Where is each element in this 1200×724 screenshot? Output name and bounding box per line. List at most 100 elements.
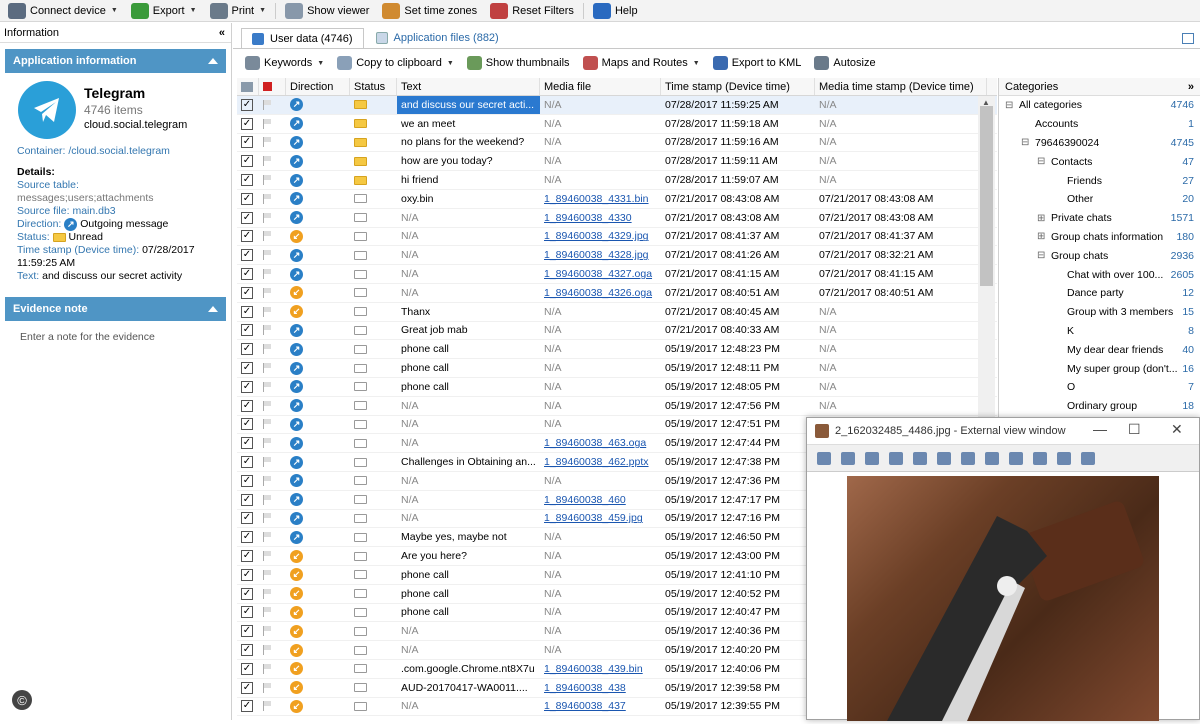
table-row[interactable]: ✓ ↗ Great job mab N/A 07/21/2017 08:40:33 AM… xyxy=(237,322,997,341)
media-file-link[interactable]: 1_89460038_439.bin xyxy=(544,663,643,675)
table-row[interactable]: ✓ ↗ N/A 1_89460038_4330 07/21/2017 08:43:08 … xyxy=(237,209,997,228)
row-checkbox-cell[interactable]: ✓ xyxy=(237,585,259,603)
media-file-link[interactable]: 1_89460038_437 xyxy=(544,700,626,712)
row-checkbox[interactable]: ✓ xyxy=(241,268,253,281)
row-checkbox[interactable]: ✓ xyxy=(241,343,253,356)
row-checkbox-cell[interactable]: ✓ xyxy=(237,698,259,716)
subtoolbar-button-5[interactable]: Autosize xyxy=(810,53,879,73)
flag-icon[interactable] xyxy=(263,569,273,580)
row-flag-cell[interactable] xyxy=(259,397,286,415)
row-checkbox[interactable]: ✓ xyxy=(241,456,253,469)
table-row[interactable]: ✓ ↗ N/A 1_89460038_4328.jpg 07/21/2017 08:41… xyxy=(237,246,997,266)
column-header-0[interactable] xyxy=(237,78,259,95)
evidence-note-input[interactable]: Enter a note for the evidence xyxy=(0,321,231,353)
category-item[interactable]: ⊟ Contacts 47 xyxy=(999,152,1200,171)
row-flag-cell[interactable] xyxy=(259,322,286,340)
zoom-icon[interactable] xyxy=(841,451,855,465)
row-flag-cell[interactable] xyxy=(259,115,286,133)
flag-icon[interactable] xyxy=(263,344,273,355)
row-checkbox-cell[interactable]: ✓ xyxy=(237,190,259,208)
table-row[interactable]: ✓ ↗ and discuss our secret acti... N/A 07/28… xyxy=(237,96,997,115)
flag-icon[interactable] xyxy=(263,193,273,204)
row-checkbox-cell[interactable]: ✓ xyxy=(237,641,259,659)
binoculars-icon[interactable] xyxy=(985,451,999,465)
flag-icon[interactable] xyxy=(263,212,273,223)
row-checkbox[interactable]: ✓ xyxy=(241,625,253,638)
column-header-1[interactable] xyxy=(259,78,286,95)
properties-icon[interactable] xyxy=(1081,451,1095,465)
row-checkbox[interactable]: ✓ xyxy=(241,568,253,581)
row-checkbox[interactable]: ✓ xyxy=(241,98,253,111)
save-icon[interactable] xyxy=(961,451,975,465)
flag-icon[interactable] xyxy=(263,250,273,261)
category-item[interactable]: Other 20 xyxy=(999,190,1200,209)
row-checkbox-cell[interactable]: ✓ xyxy=(237,134,259,152)
flag-icon[interactable] xyxy=(263,175,273,186)
forward-icon[interactable] xyxy=(1033,451,1047,465)
row-checkbox-cell[interactable]: ✓ xyxy=(237,510,259,528)
column-header-6[interactable]: Time stamp (Device time) xyxy=(661,78,815,95)
column-header-3[interactable]: Status xyxy=(350,78,397,95)
row-checkbox-cell[interactable]: ✓ xyxy=(237,491,259,509)
flag-icon[interactable] xyxy=(263,99,273,110)
row-flag-cell[interactable] xyxy=(259,528,286,546)
row-flag-cell[interactable] xyxy=(259,491,286,509)
media-file-link[interactable]: 1_89460038_460 xyxy=(544,494,626,506)
chevron-down-icon[interactable]: ▼ xyxy=(693,60,700,67)
flag-icon[interactable] xyxy=(263,363,273,374)
row-checkbox[interactable]: ✓ xyxy=(241,324,253,337)
application-information-header[interactable]: Application information xyxy=(5,49,226,73)
row-checkbox-cell[interactable]: ✓ xyxy=(237,96,259,114)
media-file-link[interactable]: 1_89460038_4331.bin xyxy=(544,193,649,205)
row-checkbox-cell[interactable]: ✓ xyxy=(237,604,259,622)
row-flag-cell[interactable] xyxy=(259,246,286,264)
flag-icon[interactable] xyxy=(263,494,273,505)
settings-icon[interactable] xyxy=(913,451,927,465)
table-row[interactable]: ✓ ↗ oxy.bin 1_89460038_4331.bin 07/21/2017 0… xyxy=(237,190,997,209)
expand-panel-button[interactable]: » xyxy=(1188,81,1194,93)
flag-icon[interactable] xyxy=(263,457,273,468)
row-checkbox-cell[interactable]: ✓ xyxy=(237,378,259,396)
flag-icon[interactable] xyxy=(263,156,273,167)
flag-icon[interactable] xyxy=(263,626,273,637)
table-row[interactable]: ✓ ↙ Thanx N/A 07/21/2017 08:40:45 AM N/A xyxy=(237,303,997,322)
row-flag-cell[interactable] xyxy=(259,171,286,189)
flag-icon[interactable] xyxy=(263,438,273,449)
chevron-down-icon[interactable]: ▼ xyxy=(190,7,197,14)
column-header-2[interactable]: Direction xyxy=(286,78,350,95)
category-item[interactable]: Accounts 1 xyxy=(999,115,1200,134)
row-checkbox-cell[interactable]: ✓ xyxy=(237,416,259,434)
category-item[interactable]: My dear dear friends 40 xyxy=(999,340,1200,359)
row-checkbox[interactable]: ✓ xyxy=(241,305,253,318)
scrollbar-thumb[interactable] xyxy=(980,106,993,286)
category-item[interactable]: Friends 27 xyxy=(999,171,1200,190)
table-row[interactable]: ✓ ↗ N/A N/A 05/19/2017 12:47:56 PM N/A xyxy=(237,397,997,416)
category-item[interactable]: ⊟ Group chats 2936 xyxy=(999,246,1200,265)
media-file-link[interactable]: 1_89460038_4329.jpg xyxy=(544,230,649,242)
toolbar-button-2[interactable]: Print ▼ xyxy=(206,1,271,21)
flag-icon[interactable] xyxy=(263,231,273,242)
table-row[interactable]: ✓ ↗ phone call N/A 05/19/2017 12:48:05 PM N/A xyxy=(237,378,997,397)
chevron-down-icon[interactable]: ▼ xyxy=(447,60,454,67)
row-checkbox-cell[interactable]: ✓ xyxy=(237,171,259,189)
row-flag-cell[interactable] xyxy=(259,265,286,283)
category-item[interactable]: ⊟ All categories 4746 xyxy=(999,96,1200,115)
subtoolbar-button-2[interactable]: Show thumbnails xyxy=(463,53,574,73)
category-item[interactable]: Chat with over 100... 2605 xyxy=(999,265,1200,284)
row-flag-cell[interactable] xyxy=(259,152,286,170)
media-file-link[interactable]: 1_89460038_438 xyxy=(544,682,626,694)
table-row[interactable]: ✓ ↙ N/A 1_89460038_4329.jpg 07/21/2017 08:41… xyxy=(237,228,997,247)
table-row[interactable]: ✓ ↗ how are you today? N/A 07/28/2017 11:59:… xyxy=(237,152,997,172)
row-checkbox[interactable]: ✓ xyxy=(241,531,253,544)
column-header-4[interactable]: Text xyxy=(397,78,540,95)
row-checkbox-cell[interactable]: ✓ xyxy=(237,453,259,471)
row-checkbox-cell[interactable]: ✓ xyxy=(237,265,259,283)
toolbar-button-4[interactable]: Set time zones xyxy=(378,1,481,21)
close-button[interactable]: ✕ xyxy=(1171,421,1183,438)
row-checkbox[interactable]: ✓ xyxy=(241,362,253,375)
toolbar-button-0[interactable]: Connect device ▼ xyxy=(4,1,122,21)
category-item[interactable]: ⊟ 79646390024 4745 xyxy=(999,134,1200,153)
column-header-7[interactable]: Media time stamp (Device time) xyxy=(815,78,987,95)
row-flag-cell[interactable] xyxy=(259,228,286,246)
toolbar-button-3[interactable]: Show viewer xyxy=(281,1,373,21)
